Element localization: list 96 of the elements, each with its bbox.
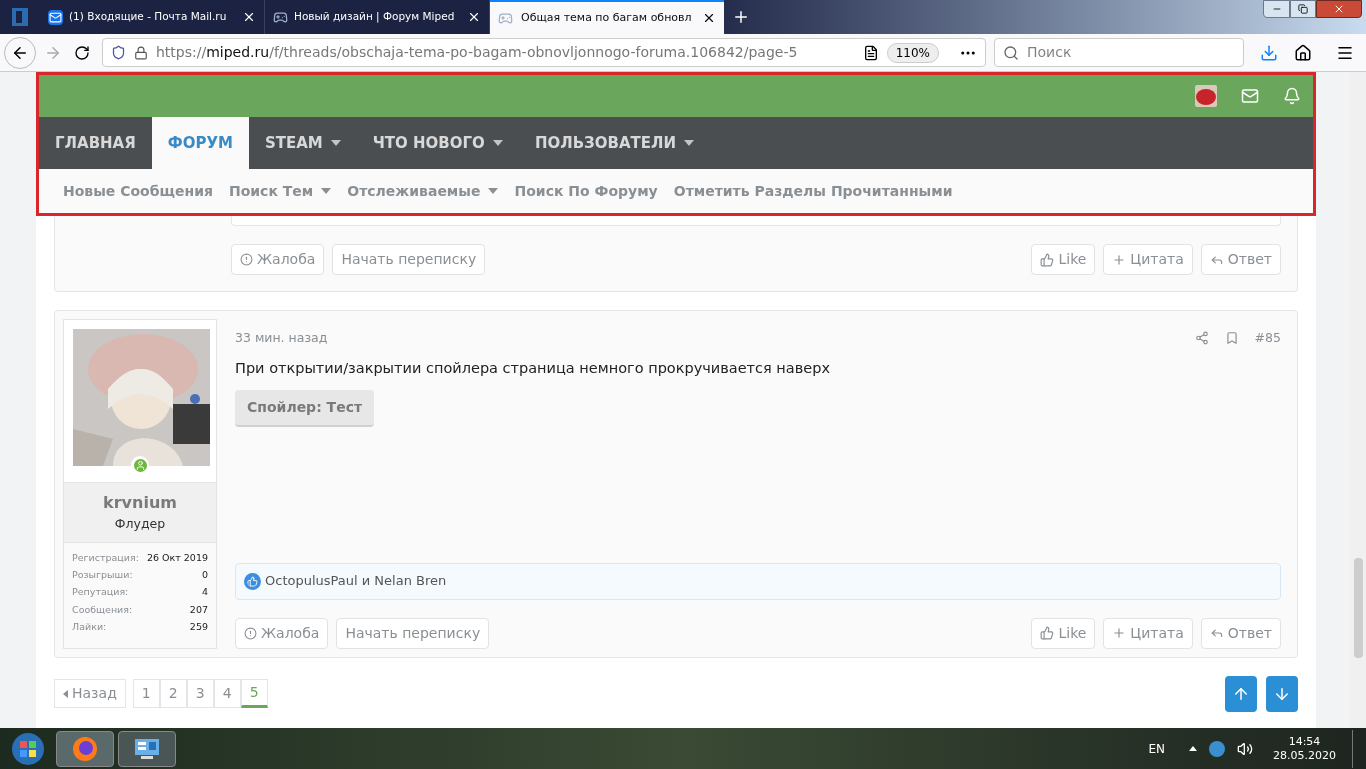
close-icon[interactable] <box>467 10 481 24</box>
stat-label: Лайки: <box>72 619 107 634</box>
username-link[interactable]: krvnium <box>103 491 177 515</box>
scroll-down-button[interactable] <box>1266 675 1298 712</box>
gamepad-icon <box>273 9 288 25</box>
new-tab-icon[interactable] <box>732 8 750 26</box>
nav-tab[interactable]: ПОЛЬЗОВАТЕЛИ <box>518 117 710 169</box>
windows-logo-icon <box>11 731 45 766</box>
plus-icon <box>1112 626 1127 640</box>
zoom-badge[interactable]: 110% <box>886 42 939 63</box>
download-icon[interactable] <box>1260 43 1278 62</box>
page-button[interactable]: 3 <box>186 679 214 708</box>
nav-tab[interactable]: ГЛАВНАЯ <box>39 117 152 169</box>
stat-value: 4 <box>201 585 208 600</box>
home-icon[interactable] <box>1294 43 1312 62</box>
post-number[interactable]: #85 <box>1254 329 1281 348</box>
reader-icon[interactable] <box>862 44 879 61</box>
plus-icon <box>1112 252 1127 267</box>
action-button[interactable]: Цитата <box>1103 617 1193 649</box>
sub-nav-link[interactable]: Новые Сообщения <box>63 180 213 202</box>
minimize-button[interactable] <box>1263 0 1290 18</box>
reactions-text[interactable]: OctopulusPaul и Nelan Bren <box>265 571 447 591</box>
reload-icon[interactable] <box>74 44 90 61</box>
alert-icon <box>244 626 257 640</box>
address-bar[interactable]: https://miped.ru/f/threads/obschaja-tema-po-bagam-obnovljonnogo-foruma.106842/page-5 110% <box>102 38 986 67</box>
caret-up-icon[interactable] <box>1189 746 1197 751</box>
thumbs-up-icon <box>1040 626 1055 640</box>
search-icon <box>1003 44 1019 61</box>
post-text: При открытии/закрытии спойлера страница немного прокручивается наверх <box>235 358 831 378</box>
search-input[interactable]: Поиск <box>1027 42 1235 63</box>
fox-globe-icon <box>72 735 98 762</box>
action-button[interactable]: Ответ <box>1200 244 1281 275</box>
browser-tab[interactable]: Общая тема по багам обновл <box>490 0 724 34</box>
nav-tab[interactable]: ЧТО НОВОГО <box>356 117 519 169</box>
control-panel-icon <box>133 736 161 761</box>
stat-label: Регистрация: <box>72 550 139 565</box>
search-field[interactable]: Поиск <box>994 38 1244 67</box>
mail-icon <box>48 9 63 25</box>
shield-icon <box>111 45 126 60</box>
thumbs-up-icon <box>1040 252 1055 267</box>
spoiler-button[interactable]: Спойлер: Тест <box>235 389 375 427</box>
share-icon[interactable] <box>1194 331 1209 346</box>
language-indicator[interactable]: EN <box>1148 739 1165 758</box>
caret-icon <box>63 689 68 698</box>
stat-value: 0 <box>201 568 208 582</box>
action-button[interactable]: Жалоба <box>235 617 329 649</box>
action-button[interactable]: Цитата <box>1103 244 1193 275</box>
stat-label: Розыгрыши: <box>72 568 133 582</box>
stat-value: 259 <box>189 619 208 634</box>
restore-button[interactable] <box>1290 0 1316 18</box>
close-button[interactable] <box>1316 0 1362 18</box>
user-title: Флудер <box>114 515 166 533</box>
close-icon[interactable] <box>702 11 716 25</box>
clock[interactable]: 14:54 28.05.2020 <box>1273 734 1336 763</box>
page-button[interactable]: 1 <box>132 679 160 708</box>
close-icon <box>1333 3 1345 15</box>
stat-label: Сообщения: <box>72 602 133 617</box>
lock-icon <box>134 45 148 60</box>
action-button[interactable]: Начать переписку <box>332 244 486 275</box>
action-button[interactable]: Like <box>1031 244 1096 275</box>
gamepad-icon <box>498 10 513 26</box>
taskbar-app-button[interactable] <box>118 730 176 767</box>
like-reaction-icon <box>244 572 261 590</box>
sub-nav-link[interactable]: Поиск По Форуму <box>514 180 658 202</box>
alert-icon <box>240 253 253 266</box>
action-button[interactable]: Жалоба <box>231 244 325 275</box>
user-avatar-icon[interactable] <box>1195 85 1217 107</box>
sub-nav-link[interactable]: Отметить Разделы Прочитанными <box>673 180 953 202</box>
nav-tab[interactable]: ФОРУМ <box>151 117 249 169</box>
nav-tab[interactable]: STEAM <box>248 117 357 169</box>
close-icon[interactable] <box>242 10 256 24</box>
restore-icon <box>1298 4 1308 14</box>
action-button[interactable]: Like <box>1031 617 1096 649</box>
tray-app-icon[interactable] <box>1209 740 1225 757</box>
previous-page-button[interactable]: Назад <box>54 679 126 708</box>
post-time[interactable]: 33 мин. назад <box>235 329 328 348</box>
volume-icon[interactable] <box>1237 740 1253 757</box>
bookmark-icon[interactable] <box>1224 331 1239 346</box>
scrollbar[interactable] <box>1350 72 1366 728</box>
app-icon <box>12 8 28 26</box>
sub-nav-link[interactable]: Поиск Тем <box>228 180 332 202</box>
stat-value: 26 Окт 2019 <box>146 550 208 565</box>
reply-icon <box>1209 626 1224 640</box>
mail-icon[interactable] <box>1241 87 1259 105</box>
bell-icon[interactable] <box>1283 87 1301 105</box>
page-button[interactable]: 2 <box>159 679 187 708</box>
action-button[interactable]: Начать переписку <box>336 617 490 649</box>
page-button[interactable]: 4 <box>213 679 241 708</box>
stat-label: Репутация: <box>72 585 129 600</box>
sub-nav-link[interactable]: Отслеживаемые <box>347 180 499 202</box>
taskbar-app-button[interactable] <box>56 730 114 767</box>
url-text: https://miped.ru/f/threads/obschaja-tema-po-bagam-obnovljonnogo-foruma.106842/page-5 <box>156 43 798 62</box>
page-button[interactable]: 5 <box>240 679 268 708</box>
scroll-up-button[interactable] <box>1225 675 1257 712</box>
action-button[interactable]: Ответ <box>1200 617 1281 649</box>
stat-value: 207 <box>189 602 208 617</box>
